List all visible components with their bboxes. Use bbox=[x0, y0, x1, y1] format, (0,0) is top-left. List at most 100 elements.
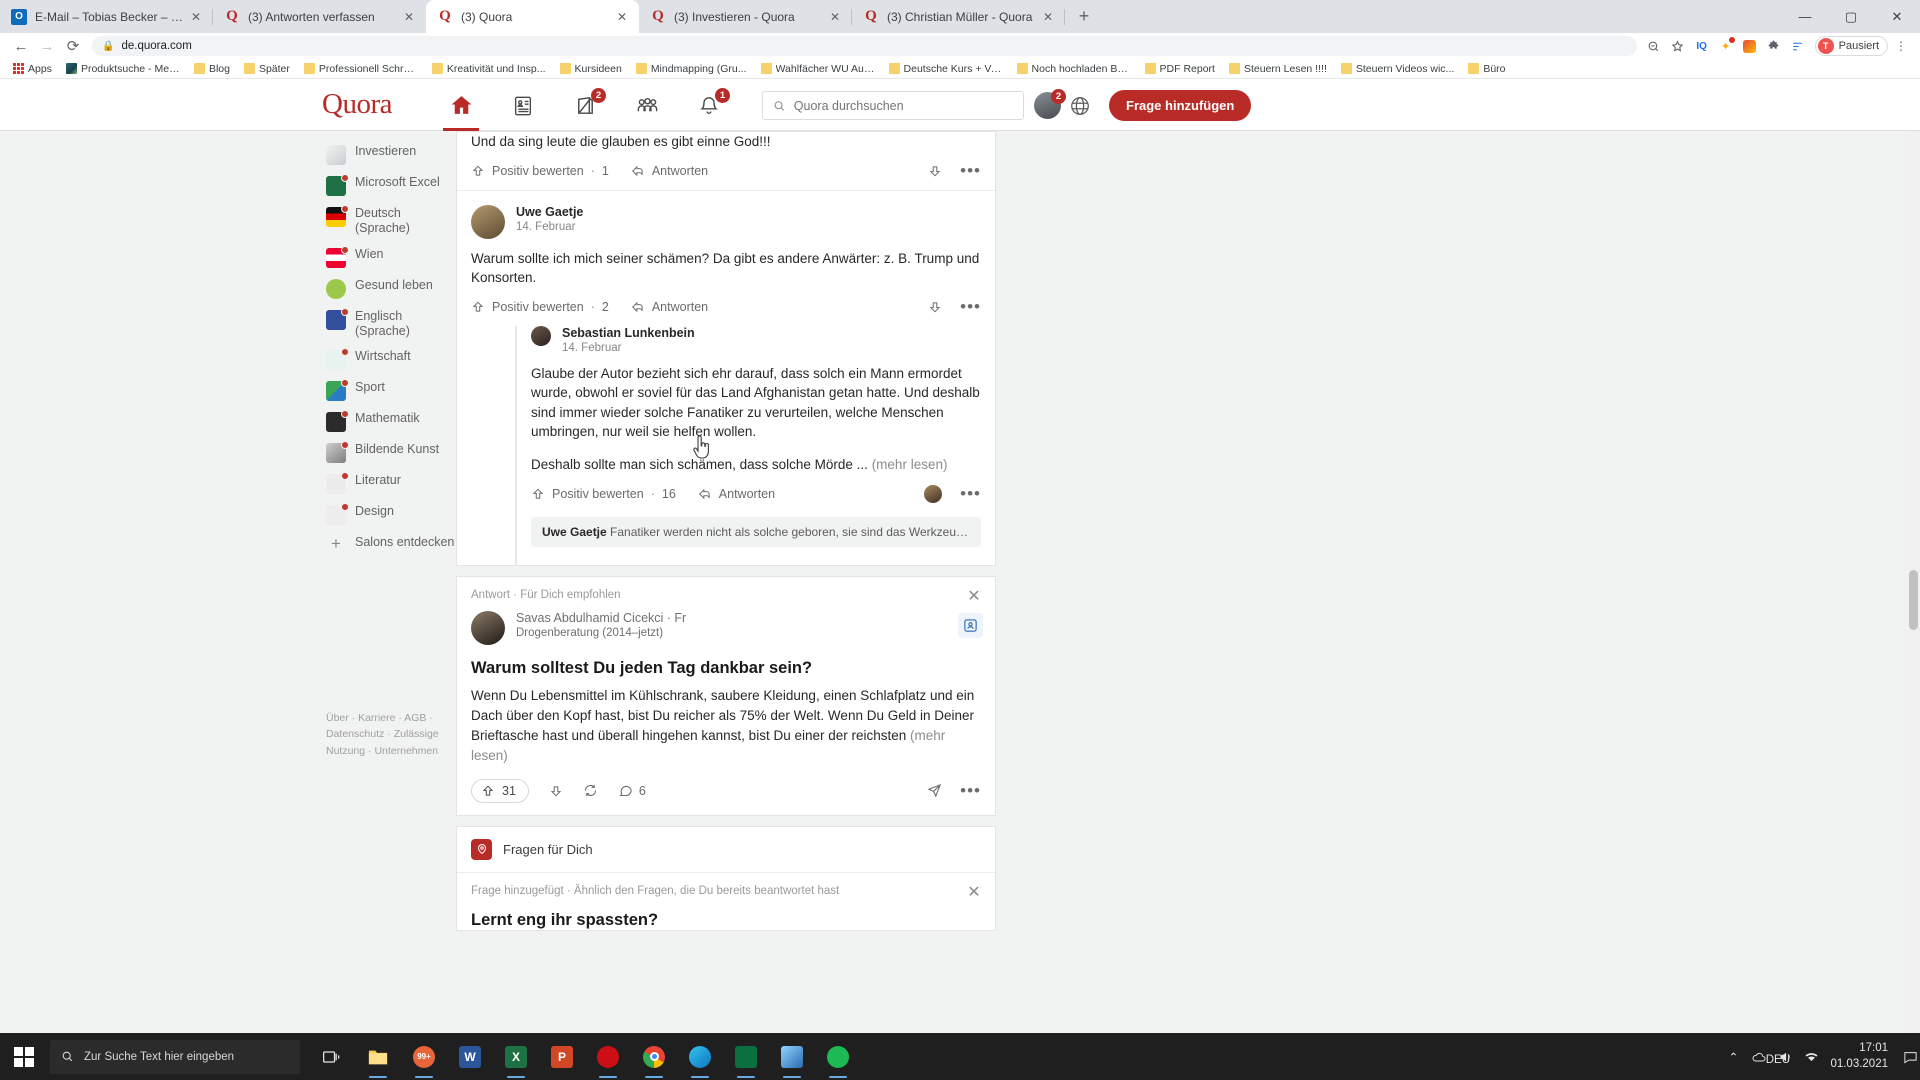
reload-icon[interactable]: ⟳ bbox=[60, 33, 86, 59]
tab-close-icon[interactable]: ✕ bbox=[187, 8, 205, 26]
sidebar-item-literatur[interactable]: Literatur bbox=[322, 468, 462, 499]
reply-avatar[interactable] bbox=[924, 484, 943, 503]
bookmark-item[interactable]: Noch hochladen Bu... bbox=[1010, 63, 1138, 75]
avatar[interactable] bbox=[471, 204, 505, 239]
tab-close-icon[interactable]: ✕ bbox=[400, 8, 418, 26]
bookmark-item[interactable]: Später bbox=[237, 63, 297, 75]
recommended-author[interactable]: Savas Abdulhamid Cicekci · Fr bbox=[516, 611, 686, 625]
quoted-reply[interactable]: Uwe Gaetje Fanatiker werden nicht als so… bbox=[531, 516, 981, 547]
opera-icon[interactable] bbox=[586, 1033, 630, 1080]
reply-button[interactable]: Antworten bbox=[631, 164, 708, 178]
close-icon[interactable]: ✕ bbox=[965, 883, 983, 901]
read-more-link[interactable]: (mehr lesen) bbox=[872, 457, 948, 472]
sidebar-item-bildende-kunst[interactable]: Bildende Kunst bbox=[322, 437, 462, 468]
upvote-button[interactable]: Positiv bewerten · 2 bbox=[471, 300, 609, 314]
bookmark-item[interactable]: Blog bbox=[187, 63, 237, 75]
search-input[interactable] bbox=[793, 98, 1013, 113]
sidebar-item-salons-entdecken[interactable]: + Salons entdecken bbox=[322, 530, 462, 561]
photoshop-icon[interactable] bbox=[724, 1033, 768, 1080]
word-icon[interactable]: W bbox=[448, 1033, 492, 1080]
sidebar-item-mathematik[interactable]: Mathematik bbox=[322, 406, 462, 437]
close-icon[interactable]: ✕ bbox=[965, 587, 983, 605]
maximize-icon[interactable]: ▢ bbox=[1828, 0, 1874, 33]
sidebar-item-sport[interactable]: Sport bbox=[322, 375, 462, 406]
upvote-button[interactable]: 31 bbox=[471, 778, 529, 803]
tab-close-icon[interactable]: ✕ bbox=[826, 8, 844, 26]
scrollbar-thumb[interactable] bbox=[1909, 570, 1918, 630]
bookmark-item[interactable]: Steuern Lesen !!!! bbox=[1222, 63, 1334, 75]
more-options-icon[interactable]: ••• bbox=[960, 298, 981, 315]
sidebar-footer-links[interactable]: Über · Karriere · AGB · Datenschutz · Zu… bbox=[326, 710, 446, 759]
bookmark-item[interactable]: Kreativität und Insp... bbox=[425, 63, 553, 75]
bookmark-item[interactable]: PDF Report bbox=[1138, 63, 1222, 75]
excel-icon[interactable]: X bbox=[494, 1033, 538, 1080]
chevron-up-icon[interactable]: ⌃ bbox=[1720, 1033, 1746, 1080]
nav-write[interactable]: 2 bbox=[554, 80, 616, 131]
add-question-button[interactable]: Frage hinzufügen bbox=[1109, 90, 1252, 121]
sidebar-item-investieren[interactable]: Investieren bbox=[322, 139, 462, 170]
user-avatar[interactable]: 2 bbox=[1034, 89, 1066, 119]
start-button[interactable] bbox=[0, 1033, 48, 1080]
color-extension-icon[interactable] bbox=[1739, 35, 1761, 57]
image-app-icon[interactable] bbox=[770, 1033, 814, 1080]
iq-extension-icon[interactable]: IQ bbox=[1691, 35, 1713, 57]
media-player-icon[interactable]: 99+ bbox=[402, 1033, 446, 1080]
sidebar-item-design[interactable]: Design bbox=[322, 499, 462, 530]
bookmark-item[interactable]: Mindmapping (Gru... bbox=[629, 63, 754, 75]
extension-yellow-icon[interactable]: ✦ bbox=[1715, 35, 1737, 57]
comment-button[interactable]: 6 bbox=[618, 783, 646, 798]
language-indicator[interactable]: DEU bbox=[1756, 1054, 1800, 1066]
taskbar-search[interactable]: Zur Suche Text hier eingeben bbox=[50, 1039, 300, 1074]
bookmark-item[interactable]: Büro bbox=[1461, 63, 1512, 75]
avatar[interactable] bbox=[471, 610, 505, 645]
sidebar-item-englisch[interactable]: Englisch (Sprache) bbox=[322, 304, 462, 345]
browser-tab-1[interactable]: O E-Mail – Tobias Becker – Outlook ✕ bbox=[0, 0, 213, 33]
taskbar-clock[interactable]: 17:01 01.03.2021 bbox=[1824, 1033, 1900, 1080]
sidebar-item-wirtschaft[interactable]: Wirtschaft bbox=[322, 344, 462, 375]
avatar[interactable] bbox=[531, 325, 551, 346]
task-view-icon[interactable] bbox=[310, 1033, 354, 1080]
reply-button[interactable]: Antworten bbox=[631, 300, 708, 314]
comment-author[interactable]: Sebastian Lunkenbein bbox=[562, 326, 695, 340]
sidebar-item-wien[interactable]: Wien bbox=[322, 242, 462, 273]
browser-tab-5[interactable]: Q (3) Christian Müller - Quora ✕ bbox=[852, 0, 1065, 33]
more-options-icon[interactable]: ••• bbox=[960, 162, 981, 179]
sidebar-item-gesund-leben[interactable]: Gesund leben bbox=[322, 273, 462, 304]
quora-logo[interactable]: Quora bbox=[322, 88, 392, 121]
more-options-icon[interactable]: ••• bbox=[960, 485, 981, 502]
nav-answers[interactable] bbox=[492, 80, 554, 131]
upvote-button[interactable]: Positiv bewerten · 1 bbox=[471, 164, 609, 178]
bookmark-star-icon[interactable] bbox=[1667, 35, 1689, 57]
browser-tab-2[interactable]: Q (3) Antworten verfassen ✕ bbox=[213, 0, 426, 33]
back-icon[interactable]: ← bbox=[8, 33, 34, 59]
quora-search-box[interactable] bbox=[762, 91, 1024, 120]
menu-icon[interactable]: ⋮ bbox=[1890, 35, 1912, 57]
powerpoint-icon[interactable]: P bbox=[540, 1033, 584, 1080]
follow-user-icon[interactable] bbox=[958, 612, 983, 638]
nav-notifications[interactable]: 1 bbox=[678, 80, 740, 131]
nav-spaces[interactable] bbox=[616, 80, 678, 131]
file-explorer-icon[interactable] bbox=[356, 1033, 400, 1080]
more-options-icon[interactable]: ••• bbox=[960, 782, 981, 799]
action-center-icon[interactable] bbox=[1900, 1033, 1920, 1080]
zoom-icon[interactable] bbox=[1643, 35, 1665, 57]
minimize-icon[interactable]: — bbox=[1782, 0, 1828, 33]
language-globe-icon[interactable] bbox=[1065, 91, 1095, 121]
bookmark-item[interactable]: Professionell Schrei... bbox=[297, 63, 425, 75]
puzzle-extension-icon[interactable] bbox=[1763, 35, 1785, 57]
bookmark-item[interactable]: Wahlfächer WU Aus... bbox=[754, 63, 882, 75]
chrome-icon[interactable] bbox=[632, 1033, 676, 1080]
downvote-button[interactable] bbox=[549, 784, 563, 798]
bookmark-item[interactable]: Produktsuche - Mer... bbox=[59, 63, 187, 75]
new-tab-button[interactable]: + bbox=[1070, 2, 1098, 30]
address-bar[interactable]: 🔒 de.quora.com bbox=[92, 36, 1637, 56]
nav-home[interactable] bbox=[430, 80, 492, 131]
sidebar-item-microsoft-excel[interactable]: Microsoft Excel bbox=[322, 170, 462, 201]
bookmark-item[interactable]: Kursideen bbox=[553, 63, 629, 75]
bookmark-apps[interactable]: Apps bbox=[6, 63, 59, 75]
added-question-title[interactable]: Lernt eng ihr spassten? bbox=[471, 911, 981, 930]
bookmark-item[interactable]: Steuern Videos wic... bbox=[1334, 63, 1461, 75]
tab-close-icon[interactable]: ✕ bbox=[1039, 8, 1057, 26]
network-icon[interactable] bbox=[1798, 1033, 1824, 1080]
close-icon[interactable]: ✕ bbox=[1874, 0, 1920, 33]
